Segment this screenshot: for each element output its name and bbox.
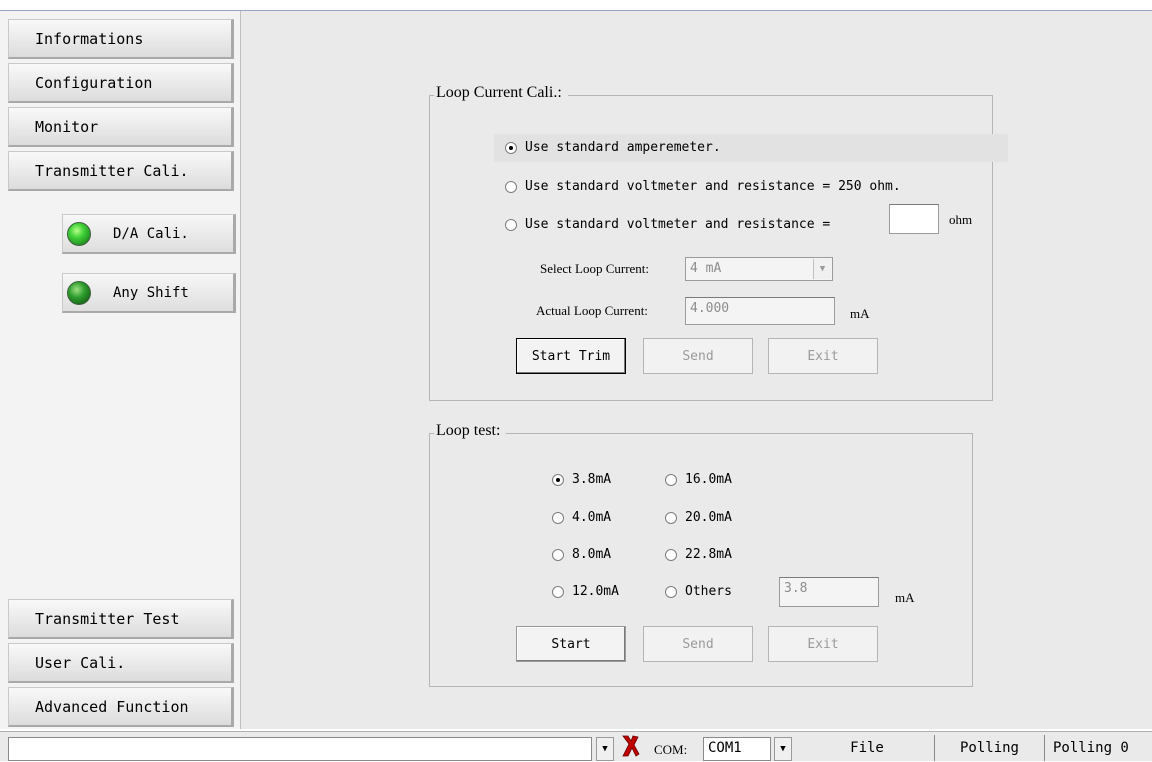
- subnav-da-cali-label: D/A Cali.: [113, 225, 189, 242]
- radio-16-0ma[interactable]: 16.0mA: [665, 472, 732, 487]
- radio-label: 8.0mA: [572, 547, 612, 562]
- chevron-down-icon[interactable]: ▼: [596, 737, 614, 761]
- radio-unchecked-icon: [505, 218, 517, 231]
- status-panel-file: File: [850, 740, 884, 756]
- select-loop-current-dropdown[interactable]: 4 mA ▼: [685, 257, 833, 281]
- chevron-down-icon[interactable]: ▼: [813, 259, 831, 279]
- disconnected-plug-icon: [620, 734, 640, 758]
- radio-4-0ma[interactable]: 4.0mA: [552, 510, 611, 525]
- loop-test-group: Loop test: 3.8mA 4.0mA 8.0mA 12.0mA 16.0…: [429, 422, 973, 687]
- status-panel-polling: Polling: [934, 735, 1044, 761]
- radio-label: 20.0mA: [685, 510, 732, 525]
- radio-20-0ma[interactable]: 20.0mA: [665, 510, 732, 525]
- select-value: 4 mA: [690, 261, 722, 276]
- nav-transmitter-cali[interactable]: Transmitter Cali.: [8, 151, 234, 191]
- left-nav: Informations Configuration Monitor Trans…: [0, 11, 241, 729]
- radio-unchecked-icon: [552, 548, 564, 561]
- radio-label: Use standard voltmeter and resistance =: [525, 217, 831, 232]
- radio-3-8ma[interactable]: 3.8mA: [552, 472, 611, 487]
- radio-voltmeter-250[interactable]: Use standard voltmeter and resistance = …: [505, 179, 901, 194]
- radio-checked-icon: [552, 473, 564, 486]
- status-panel-polling-count: Polling 0: [1044, 735, 1152, 761]
- radio-unchecked-icon: [552, 585, 564, 598]
- radio-label: 3.8mA: [572, 472, 612, 487]
- radio-label: 12.0mA: [572, 584, 619, 599]
- subnav-any-shift-label: Any Shift: [113, 284, 189, 301]
- radio-unchecked-icon: [665, 548, 677, 561]
- com-port-select[interactable]: COM1: [703, 737, 771, 761]
- main-panel: Loop Current Cali.: Use standard amperem…: [241, 11, 1152, 729]
- radio-12-0ma[interactable]: 12.0mA: [552, 584, 619, 599]
- radio-label: Use standard voltmeter and resistance = …: [525, 179, 901, 194]
- radio-label: 4.0mA: [572, 510, 612, 525]
- message-combo[interactable]: [8, 737, 592, 761]
- radio-unchecked-icon: [505, 180, 517, 193]
- radio-label: Use standard amperemeter.: [525, 140, 721, 155]
- nav-configuration[interactable]: Configuration: [8, 63, 234, 103]
- resistance-unit: ohm: [949, 212, 973, 227]
- chevron-down-icon[interactable]: ▼: [774, 737, 792, 761]
- title-strip: [0, 0, 1152, 11]
- start-button[interactable]: Start: [516, 626, 626, 662]
- radio-unchecked-icon: [552, 511, 564, 524]
- nav-informations[interactable]: Informations: [8, 19, 234, 59]
- radio-voltmeter-custom[interactable]: Use standard voltmeter and resistance =: [505, 217, 830, 232]
- status-bar: ▼ COM: COM1 ▼ File Polling Polling 0: [0, 731, 1152, 761]
- others-value-field[interactable]: 3.8: [779, 577, 879, 607]
- actual-loop-current-label: Actual Loop Current:: [536, 303, 648, 318]
- exit-button[interactable]: Exit: [768, 626, 878, 662]
- subnav-da-cali[interactable]: D/A Cali.: [62, 214, 236, 254]
- nav-transmitter-test[interactable]: Transmitter Test: [8, 599, 234, 639]
- radio-unchecked-icon: [665, 585, 677, 598]
- loop-current-cali-title: Loop Current Cali.:: [434, 84, 568, 102]
- start-trim-button[interactable]: Start Trim: [516, 338, 626, 374]
- radio-label: Others: [685, 584, 732, 599]
- nav-monitor[interactable]: Monitor: [8, 107, 234, 147]
- actual-loop-current-field[interactable]: 4.000: [685, 297, 835, 325]
- exit-button[interactable]: Exit: [768, 338, 878, 374]
- radio-22-8ma[interactable]: 22.8mA: [665, 547, 732, 562]
- status-led-icon: [67, 280, 91, 305]
- others-unit: mA: [895, 590, 915, 605]
- nav-advanced-function[interactable]: Advanced Function: [8, 687, 234, 727]
- status-led-icon: [67, 221, 91, 246]
- send-button[interactable]: Send: [643, 338, 753, 374]
- radio-standard-amperemeter[interactable]: Use standard amperemeter.: [505, 140, 721, 155]
- radio-others[interactable]: Others: [665, 584, 732, 599]
- com-label: COM:: [654, 742, 688, 757]
- radio-label: 16.0mA: [685, 472, 732, 487]
- radio-8-0ma[interactable]: 8.0mA: [552, 547, 611, 562]
- radio-checked-icon: [505, 141, 517, 154]
- loop-test-title: Loop test:: [434, 422, 507, 440]
- subnav-any-shift[interactable]: Any Shift: [62, 273, 236, 313]
- actual-loop-current-unit: mA: [850, 306, 870, 321]
- loop-current-cali-group: Loop Current Cali.: Use standard amperem…: [429, 84, 1008, 401]
- select-loop-current-label: Select Loop Current:: [540, 261, 650, 276]
- radio-unchecked-icon: [665, 473, 677, 486]
- send-button[interactable]: Send: [643, 626, 753, 662]
- radio-unchecked-icon: [665, 511, 677, 524]
- nav-user-cali[interactable]: User Cali.: [8, 643, 234, 683]
- radio-label: 22.8mA: [685, 547, 732, 562]
- resistance-input[interactable]: [889, 204, 939, 234]
